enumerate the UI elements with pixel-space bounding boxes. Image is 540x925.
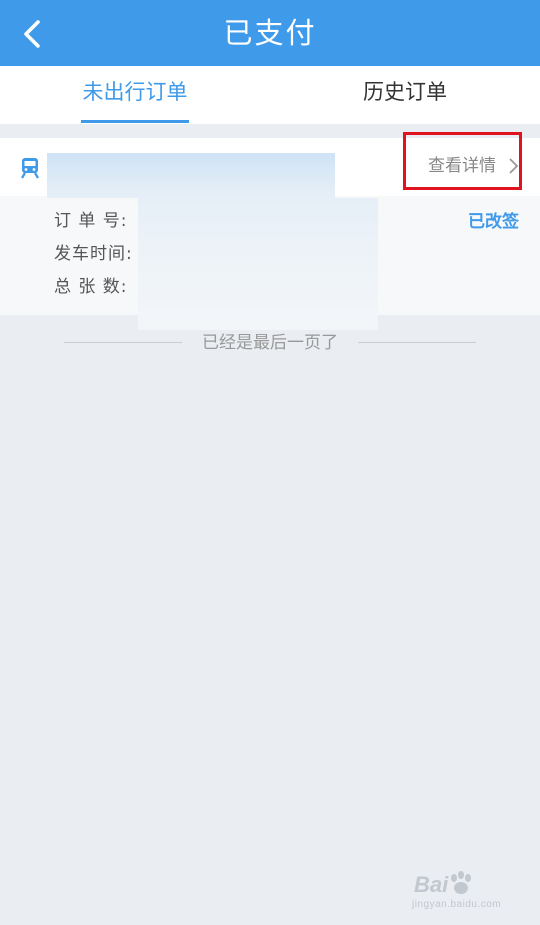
tab-label: 未出行订单 <box>82 80 188 104</box>
list-end-text: 已经是最后一页了 <box>192 333 348 353</box>
departure-time-label: 发车时间: <box>54 244 133 264</box>
highlight-annotation <box>403 132 522 190</box>
watermark-sub: jingyan.baidu.com <box>412 899 502 910</box>
top-navigation-bar: 已支付 <box>0 0 540 66</box>
tab-history-orders[interactable]: 历史订单 <box>340 66 470 124</box>
redacted-order-values <box>138 198 378 330</box>
watermark-logo: Bai jingyan.baidu.com <box>410 866 520 916</box>
tab-label: 历史订单 <box>363 80 447 104</box>
status-badge: 已改签 <box>468 212 519 232</box>
redacted-route-info <box>47 153 335 198</box>
order-card-header: 查看详情 <box>0 132 540 198</box>
list-end-text-wrap: 已经是最后一页了 <box>0 330 540 356</box>
train-icon <box>21 158 39 179</box>
tab-upcoming-orders[interactable]: 未出行订单 <box>70 66 200 124</box>
order-tabs: 未出行订单 历史订单 <box>0 66 540 124</box>
ticket-count-label: 总 张 数: <box>54 277 128 297</box>
order-card[interactable]: 查看详情 订 单 号: 发车时间: 总 张 数: 已改签 <box>0 132 540 330</box>
order-number-label: 订 单 号: <box>54 211 128 231</box>
page-title: 已支付 <box>223 16 317 50</box>
list-end-indicator: 已经是最后一页了 <box>0 330 540 356</box>
active-tab-indicator <box>81 120 189 123</box>
watermark-brand: Bai <box>414 872 449 897</box>
paw-icon <box>451 871 471 894</box>
